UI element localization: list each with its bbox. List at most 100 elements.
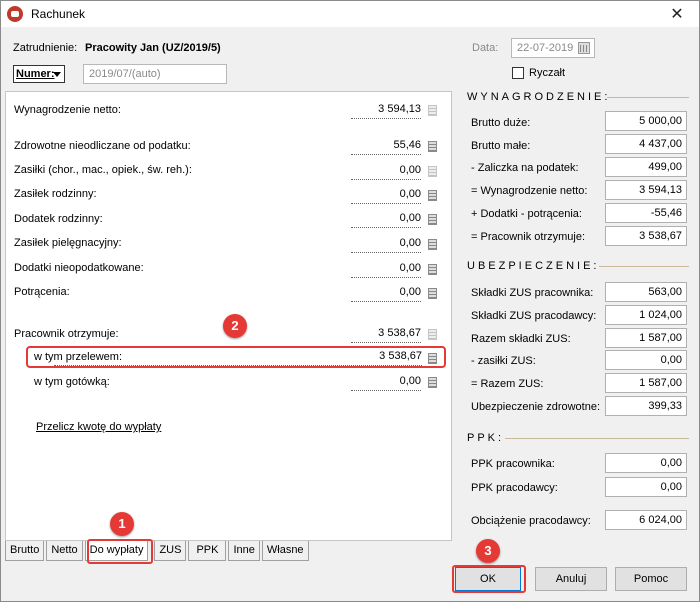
recalculate-link[interactable]: Przelicz kwotę do wypłaty: [36, 421, 161, 433]
field-label: Dodatek rodzinny:: [14, 213, 103, 225]
wyn-label: Brutto duże:: [471, 117, 531, 129]
ub-value: 1 587,00: [605, 373, 687, 393]
calculator-icon[interactable]: [428, 141, 437, 152]
calendar-icon[interactable]: [578, 42, 590, 54]
step-badge: 3: [476, 539, 500, 563]
employee-value: Pracowity Jan (UZ/2019/5): [85, 42, 221, 54]
ub-label: Składki ZUS pracodawcy:: [471, 310, 597, 322]
dialog-window: Rachunek ✕ Zatrudnienie: Pracowity Jan (…: [0, 0, 700, 602]
tab-netto[interactable]: Netto: [46, 541, 83, 561]
numer-label: Numer:: [16, 68, 55, 80]
wyn-value: 5 000,00: [605, 111, 687, 131]
app-icon: [7, 6, 23, 22]
step-badge: 1: [110, 512, 134, 536]
wyn-label: = Wynagrodzenie netto:: [471, 185, 588, 197]
divider: [505, 438, 689, 439]
wyn-value: 3 594,13: [605, 180, 687, 200]
field-label: Pracownik otrzymuje:: [14, 328, 119, 340]
field-value[interactable]: 0,00: [351, 188, 421, 204]
tab-brutto[interactable]: Brutto: [5, 541, 45, 561]
field-label: Wynagrodzenie netto:: [14, 104, 121, 116]
title-bar: Rachunek ✕: [1, 1, 699, 27]
wyn-label: = Pracownik otrzymuje:: [471, 231, 586, 243]
field-label: w tym gotówką:: [34, 376, 110, 388]
ppk-value: 0,00: [605, 477, 687, 497]
field-value[interactable]: 0,00: [351, 286, 421, 302]
ub-value: 399,33: [605, 396, 687, 416]
section-title-wynagrodzenie: WYNAGRODZENIE:: [467, 91, 611, 103]
obciazenie-value: 6 024,00: [605, 510, 687, 530]
employee-label: Zatrudnienie:: [13, 42, 78, 54]
field-value: 3 538,67: [351, 327, 421, 343]
calculator-icon[interactable]: [428, 190, 437, 201]
wyn-value: 4 437,00: [605, 134, 687, 154]
tab-inne[interactable]: Inne: [228, 541, 260, 561]
tab-wlasne[interactable]: Własne: [261, 541, 309, 561]
transfer-value[interactable]: 3 538,67: [54, 350, 422, 366]
tab-ppk[interactable]: PPK: [188, 541, 227, 561]
ub-value: 1 587,00: [605, 328, 687, 348]
date-label: Data:: [472, 42, 499, 54]
divider: [607, 97, 689, 98]
ppk-label: PPK pracodawcy:: [471, 482, 558, 494]
calculator-icon[interactable]: [428, 264, 437, 275]
numer-dropdown-button[interactable]: Numer:: [13, 65, 65, 83]
field-label: Zasiłek rodzinny:: [14, 188, 97, 200]
obciazenie-label: Obciążenie pracodawcy:: [471, 515, 591, 527]
ub-label: = Razem ZUS:: [471, 378, 544, 390]
wyn-value: 3 538,67: [605, 226, 687, 246]
ppk-value: 0,00: [605, 453, 687, 473]
cancel-button[interactable]: Anuluj: [535, 567, 607, 591]
ub-value: 1 024,00: [605, 305, 687, 325]
calculator-icon: [428, 329, 437, 340]
field-label: Potrącenia:: [14, 286, 70, 298]
ppk-label: PPK pracownika:: [471, 458, 555, 470]
ub-value: 0,00: [605, 350, 687, 370]
calculator-icon: [428, 105, 437, 116]
ok-highlight: [452, 565, 526, 593]
section-title-ubezpieczenie: UBEZPIECZENIE:: [467, 260, 600, 272]
help-button[interactable]: Pomoc: [615, 567, 687, 591]
calculator-icon[interactable]: [428, 239, 437, 250]
tab-bar: Brutto Netto Do wypłaty ZUS PPK Inne Wła…: [5, 541, 311, 561]
calculator-icon[interactable]: [428, 288, 437, 299]
ryczalt-checkbox[interactable]: [512, 67, 524, 79]
ub-label: Składki ZUS pracownika:: [471, 287, 594, 299]
chevron-down-icon: [53, 72, 61, 77]
wyn-label: + Dodatki - potrącenia:: [471, 208, 582, 220]
field-value[interactable]: 55,46: [351, 139, 421, 155]
ub-label: Razem składki ZUS:: [471, 333, 571, 345]
wyn-value: -55,46: [605, 203, 687, 223]
wyn-value: 499,00: [605, 157, 687, 177]
field-value[interactable]: 0,00: [351, 375, 421, 391]
wyn-label: Brutto małe:: [471, 140, 531, 152]
close-button[interactable]: ✕: [655, 1, 699, 27]
ub-value: 563,00: [605, 282, 687, 302]
ub-label: Ubezpieczenie zdrowotne:: [471, 401, 601, 413]
date-value: 22-07-2019: [517, 42, 574, 54]
numer-field[interactable]: 2019/07/(auto): [83, 64, 227, 84]
field-label: Zasiłek pielęgnacyjny:: [14, 237, 122, 249]
step-badge: 2: [223, 314, 247, 338]
field-label: Zdrowotne nieodliczane od podatku:: [14, 140, 191, 152]
field-value[interactable]: 0,00: [351, 237, 421, 253]
calculator-icon[interactable]: [428, 377, 437, 388]
calculator-icon: [428, 166, 437, 177]
calculator-icon[interactable]: [428, 353, 437, 364]
field-value: 3 594,13: [351, 103, 421, 119]
field-label: Dodatki nieopodatkowane:: [14, 262, 144, 274]
numer-value: 2019/07/(auto): [89, 68, 161, 80]
field-label: Zasiłki (chor., mac., opiek., św. reh.):: [14, 164, 192, 176]
field-value[interactable]: 0,00: [351, 212, 421, 228]
tab-zus[interactable]: ZUS: [154, 541, 187, 561]
ub-label: - zasiłki ZUS:: [471, 355, 536, 367]
wyn-label: - Zaliczka na podatek:: [471, 162, 579, 174]
divider: [599, 266, 689, 267]
field-value: 0,00: [351, 164, 421, 180]
section-title-ppk: PPK:: [467, 432, 505, 444]
field-value[interactable]: 0,00: [351, 262, 421, 278]
tab-highlight: [87, 539, 153, 564]
window-title: Rachunek: [31, 7, 86, 21]
ryczalt-label: Ryczałt: [529, 67, 566, 79]
calculator-icon[interactable]: [428, 214, 437, 225]
